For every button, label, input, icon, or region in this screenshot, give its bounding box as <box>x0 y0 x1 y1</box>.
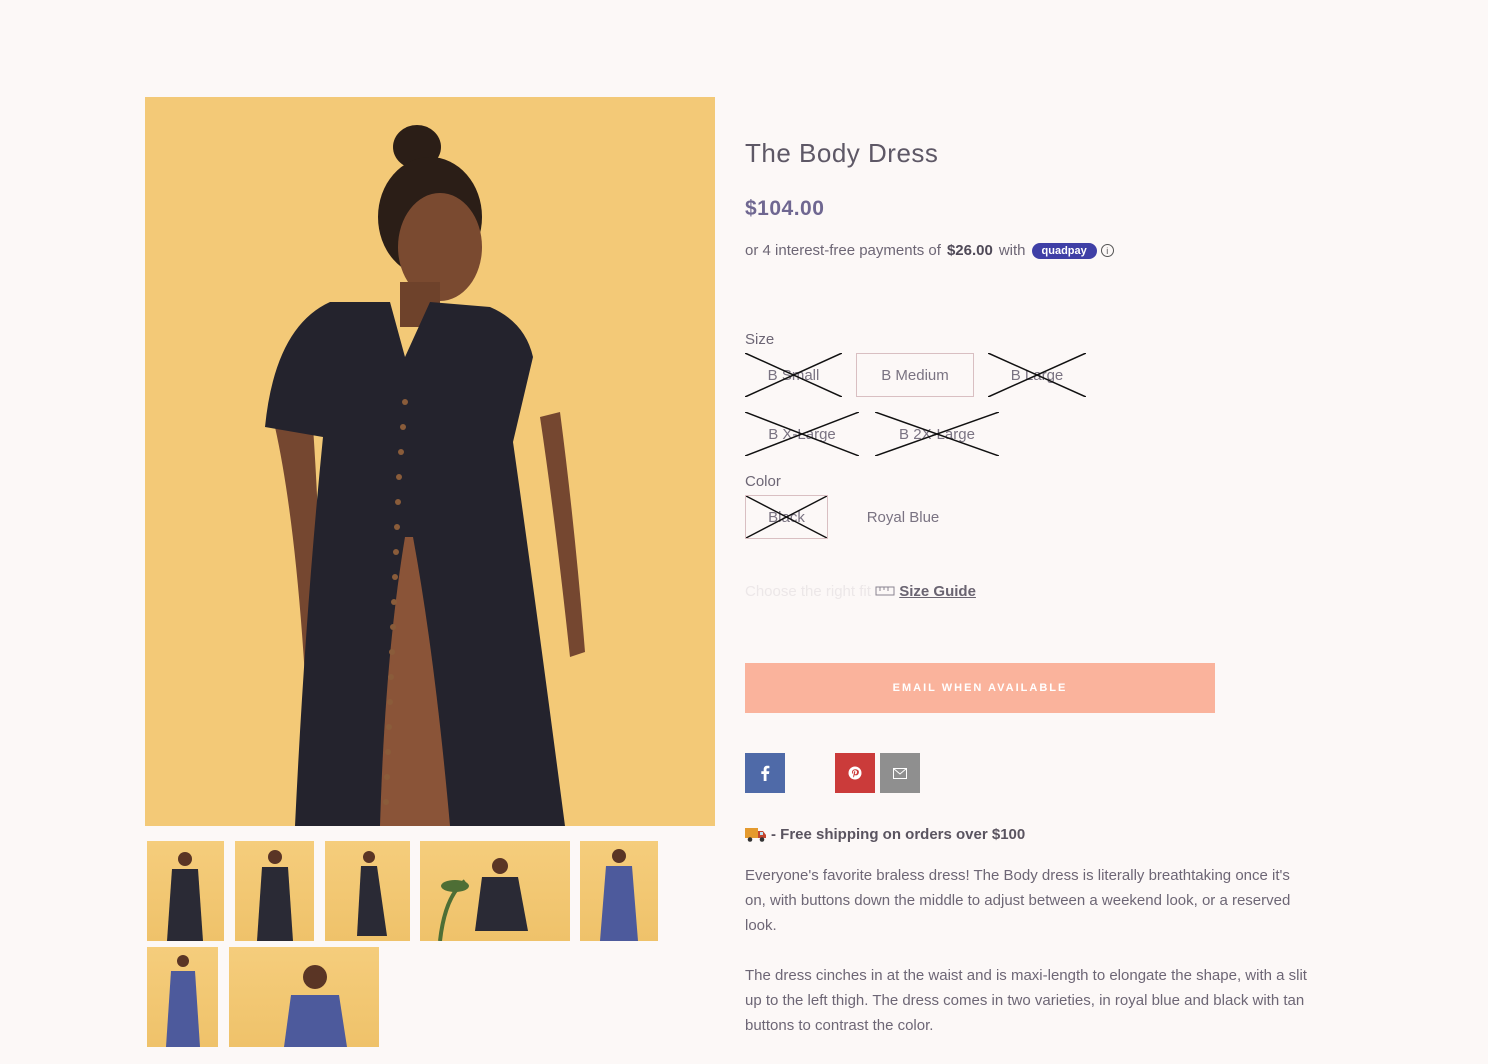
unavailable-cross-icon <box>988 353 1086 397</box>
installments-suffix: with <box>998 242 1026 259</box>
product-thumbnail[interactable] <box>580 841 658 941</box>
color-option-royal-blue[interactable]: Royal Blue <box>850 495 956 539</box>
info-icon[interactable]: i <box>1100 244 1114 257</box>
color-label: Color <box>745 473 781 490</box>
size-option-b-large[interactable]: B Large <box>988 353 1086 397</box>
installment-amount: $26.00 <box>946 242 993 259</box>
mail-icon <box>893 767 907 779</box>
facebook-icon <box>761 765 770 781</box>
model-photo <box>145 97 715 826</box>
unavailable-cross-icon <box>745 412 859 456</box>
description-paragraph-2: The dress cinches in at the waist and is… <box>745 967 1307 1034</box>
shipping-text: - Free shipping on orders over $100 <box>771 825 1026 843</box>
quadpay-logo[interactable]: quadpay <box>1031 242 1097 259</box>
color-option-black[interactable]: Black <box>745 495 828 539</box>
installments-message: or 4 interest-free payments of $26.00 wi… <box>745 242 1114 259</box>
size-guide-row: Choose the right fit Size Guide <box>745 583 976 601</box>
pinterest-icon <box>848 766 862 780</box>
product-title: The Body Dress <box>745 138 939 168</box>
description-paragraph-1: Everyone's favorite braless dress! The B… <box>745 867 1291 934</box>
email-when-available-button[interactable]: EMAIL WHEN AVAILABLE <box>745 663 1215 713</box>
product-main-image[interactable] <box>145 97 715 826</box>
email-share-button[interactable] <box>880 753 920 793</box>
unavailable-cross-icon <box>875 412 999 456</box>
facebook-share-button[interactable] <box>745 753 785 793</box>
installments-prefix: or 4 interest-free payments of <box>745 242 941 259</box>
product-thumbnail[interactable] <box>325 841 410 941</box>
shipping-banner: - Free shipping on orders over $100 <box>745 825 1025 843</box>
product-thumbnail[interactable] <box>420 841 570 941</box>
pinterest-share-button[interactable] <box>835 753 875 793</box>
size-option-b-medium[interactable]: B Medium <box>856 353 974 397</box>
product-thumbnail[interactable] <box>235 841 314 941</box>
product-thumbnail[interactable] <box>147 841 224 941</box>
size-guide-link[interactable]: Size Guide <box>899 583 976 600</box>
size-option-b-x-large[interactable]: B X-Large <box>745 412 859 456</box>
size-label: Size <box>745 331 775 348</box>
size-option-b-2x-large[interactable]: B 2X-Large <box>875 412 999 456</box>
product-price: $104.00 <box>745 197 825 220</box>
unavailable-cross-icon <box>746 496 827 538</box>
product-thumbnail[interactable] <box>147 947 218 1047</box>
unavailable-cross-icon <box>745 353 842 397</box>
product-thumbnail[interactable] <box>229 947 379 1047</box>
ruler-icon <box>875 583 895 601</box>
size-option-b-small[interactable]: B Small <box>745 353 842 397</box>
truck-icon <box>745 828 766 842</box>
size-guide-faded-text: Choose the right fit <box>745 583 871 600</box>
